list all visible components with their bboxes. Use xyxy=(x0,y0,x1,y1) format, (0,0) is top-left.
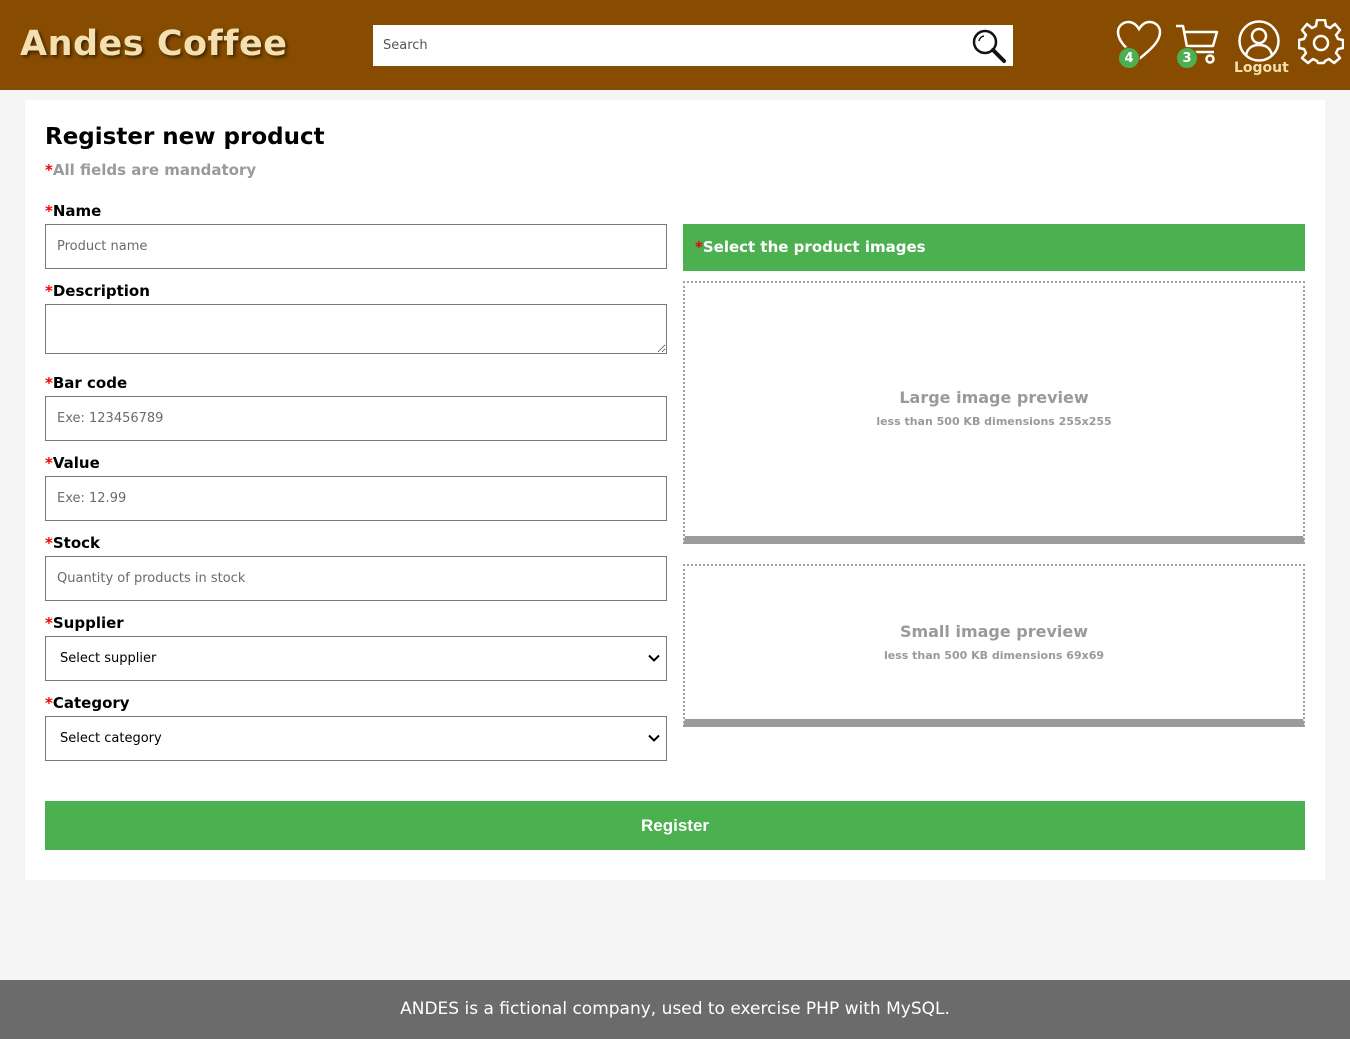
supplier-select[interactable]: Select supplier xyxy=(45,636,667,681)
name-label: *Name xyxy=(45,202,102,220)
footer-text: ANDES is a fictional company, used to ex… xyxy=(400,999,950,1019)
category-label: *Category xyxy=(45,694,130,712)
mandatory-note: *All fields are mandatory xyxy=(45,161,257,179)
barcode-label: *Bar code xyxy=(45,374,128,392)
chevron-down-icon xyxy=(648,734,660,742)
gear-icon xyxy=(1297,18,1345,65)
settings-button[interactable] xyxy=(1297,18,1345,65)
supplier-selected-value: Select supplier xyxy=(60,651,157,666)
small-image-dropzone[interactable]: Small image preview less than 500 KB dim… xyxy=(683,564,1305,727)
barcode-field[interactable] xyxy=(45,396,667,441)
account-button[interactable] xyxy=(1236,20,1282,62)
large-image-title: Large image preview xyxy=(899,388,1089,407)
search-box xyxy=(373,25,1013,66)
user-icon xyxy=(1238,20,1280,62)
small-image-hint: less than 500 KB dimensions 69x69 xyxy=(883,649,1105,662)
category-select[interactable]: Select category xyxy=(45,716,667,761)
product-name-field[interactable] xyxy=(45,224,667,269)
description-label: *Description xyxy=(45,282,150,300)
stock-field[interactable] xyxy=(45,556,667,601)
small-image-title: Small image preview xyxy=(899,622,1089,641)
category-selected-value: Select category xyxy=(60,731,162,746)
cart-count-badge: 3 xyxy=(1176,47,1198,69)
large-image-hint: less than 500 KB dimensions 255x255 xyxy=(876,415,1112,428)
value-field[interactable] xyxy=(45,476,667,521)
large-image-dropzone[interactable]: Large image preview less than 500 KB dim… xyxy=(683,281,1305,544)
value-label: *Value xyxy=(45,454,100,472)
search-input[interactable] xyxy=(373,25,963,66)
logout-link[interactable]: Logout xyxy=(1234,60,1289,76)
brand-logo[interactable]: Andes Coffee xyxy=(20,24,287,64)
search-icon[interactable] xyxy=(971,28,1007,64)
page-title: Register new product xyxy=(45,124,325,150)
register-button[interactable]: Register xyxy=(45,801,1305,850)
favorites-count-badge: 4 xyxy=(1118,47,1140,69)
supplier-label: *Supplier xyxy=(45,614,124,632)
top-bar: Andes Coffee 4 3 xyxy=(0,0,1350,90)
chevron-down-icon xyxy=(648,654,660,662)
footer: ANDES is a fictional company, used to ex… xyxy=(0,980,1350,1039)
stock-label: *Stock xyxy=(45,534,101,552)
description-field[interactable] xyxy=(45,304,667,354)
product-images-header: *Select the product images xyxy=(683,224,1305,271)
